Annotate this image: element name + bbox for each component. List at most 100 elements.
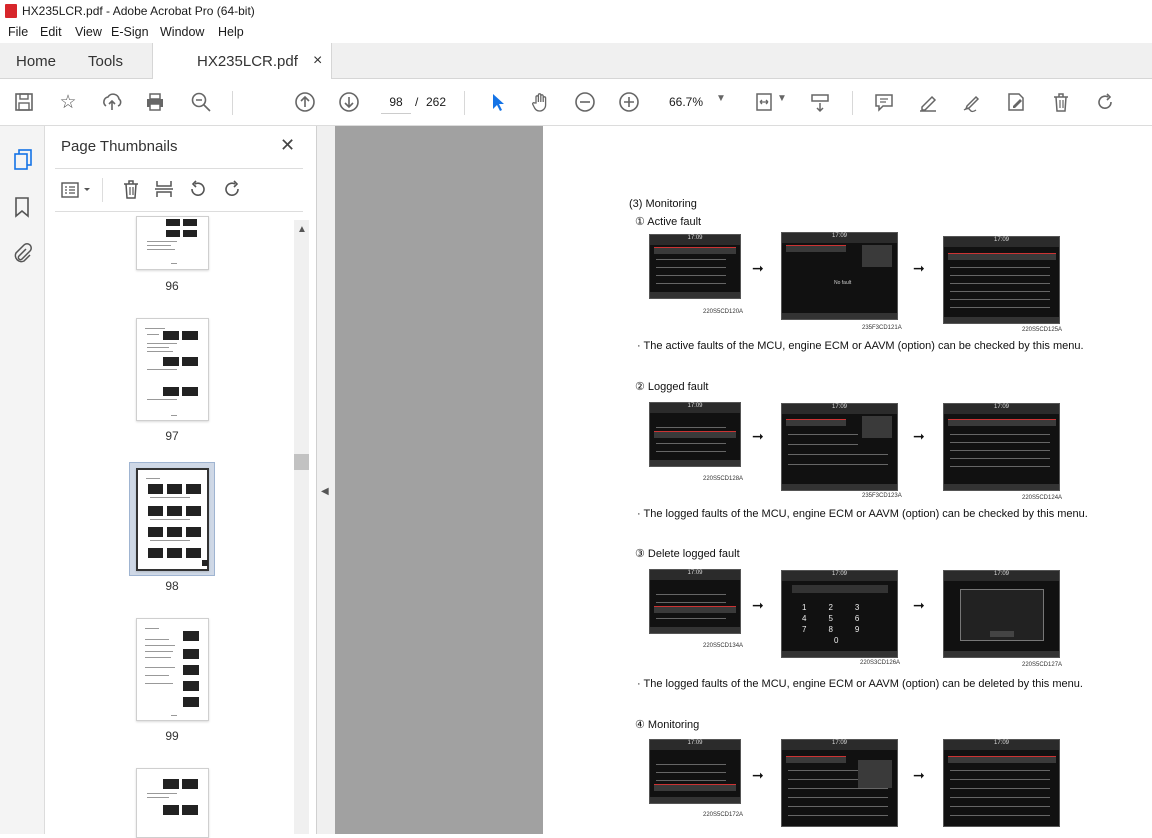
figure-caption: 220S5CD120A	[703, 309, 744, 315]
previous-page-icon[interactable]	[293, 91, 317, 115]
delete-icon[interactable]	[1049, 91, 1073, 115]
fit-dropdown-icon[interactable]: ▼	[777, 93, 787, 104]
screen-time: 17:09	[782, 571, 897, 581]
zoom-level[interactable]: 66.7%	[669, 95, 703, 109]
page-total: 262	[426, 95, 447, 109]
screen-monitoring-analog: 17:09	[781, 739, 898, 827]
screen-time: 17:09	[650, 740, 740, 750]
flow-arrow-icon: ➞	[752, 428, 764, 444]
screen-time: 17:09	[782, 404, 897, 414]
tab-close-icon[interactable]: ×	[313, 52, 322, 70]
window-title: HX235LCR.pdf - Adobe Acrobat Pro (64-bit…	[22, 4, 255, 18]
rotate-right-icon[interactable]	[221, 178, 243, 205]
hand-tool-icon[interactable]	[529, 91, 553, 115]
screen-logged-fault-list: 17:09	[943, 403, 1060, 491]
left-rail	[0, 126, 45, 834]
next-page-icon[interactable]	[337, 91, 361, 115]
fit-page-icon[interactable]	[752, 91, 776, 115]
screen-time: 17:09	[782, 740, 897, 750]
menu-help[interactable]: Help	[218, 25, 244, 39]
sign-icon[interactable]	[960, 91, 984, 115]
thumbnail-options-icon[interactable]	[60, 180, 94, 205]
select-cursor-icon[interactable]	[485, 91, 509, 115]
screen-service-password: 17:09 123 456 789 0	[781, 570, 898, 658]
pdf-icon	[5, 4, 17, 18]
zoom-search-icon[interactable]	[189, 91, 213, 115]
figure-caption: 220S5CD127A	[1022, 662, 1063, 668]
pdf-page: (3) Monitoring ① Active fault 17:09 220S…	[543, 126, 1152, 834]
figure-caption: 220S5CD124A	[1022, 495, 1063, 501]
scroll-mode-icon[interactable]	[808, 91, 832, 115]
menu-edit[interactable]: Edit	[40, 25, 62, 39]
zoom-out-icon[interactable]	[573, 91, 597, 115]
screen-time: 17:09	[944, 740, 1059, 750]
tab-tools[interactable]: Tools	[88, 53, 123, 70]
screen-monitoring-menu-2: 17:09	[649, 402, 741, 467]
menu-bar: File Edit View E-Sign Window Help	[0, 22, 1152, 42]
figure-caption: 220S5CD172A	[703, 812, 744, 818]
flow-arrow-icon: ➞	[752, 597, 764, 613]
thumbnail-label-96: 96	[165, 279, 179, 293]
thumbnail-page-99[interactable]	[136, 618, 209, 721]
zoom-dropdown-icon[interactable]: ▼	[716, 93, 726, 104]
share-upload-icon[interactable]	[100, 91, 124, 115]
thumb-insert-icon[interactable]	[153, 178, 175, 205]
tab-document[interactable]: HX235LCR.pdf ×	[152, 43, 332, 79]
thumbnail-page-96[interactable]	[136, 216, 209, 270]
comment-icon[interactable]	[872, 91, 896, 115]
rotate-left-icon[interactable]	[187, 178, 209, 205]
save-icon[interactable]	[12, 91, 36, 115]
screen-time: 17:09	[650, 235, 740, 245]
highlight-pen-icon[interactable]	[916, 91, 940, 115]
page-number-input[interactable]: 98	[381, 91, 411, 114]
zoom-in-icon[interactable]	[617, 91, 641, 115]
thumbnail-page-98[interactable]	[136, 468, 209, 571]
collapse-arrow-icon[interactable]: ◀	[321, 486, 329, 497]
section-title-logged-fault: ② Logged fault	[635, 381, 709, 393]
screen-monitoring-menu-1: 17:09	[649, 234, 741, 299]
attachments-icon[interactable]	[12, 242, 32, 269]
scroll-up-icon[interactable]: ▲	[297, 224, 307, 235]
scrollbar-thumb[interactable]	[294, 454, 309, 470]
screen-active-fault: 17:09 No fault	[781, 232, 898, 320]
menu-window[interactable]: Window	[160, 25, 204, 39]
screen-active-fault-list: 17:09	[943, 236, 1060, 324]
screen-time: 17:09	[650, 570, 740, 580]
thumbnail-scrollbar[interactable]: ▲	[294, 220, 309, 834]
section-desc-logged-fault: · The logged faults of the MCU, engine E…	[637, 508, 1088, 520]
edit-pdf-icon[interactable]	[1004, 91, 1028, 115]
flow-arrow-icon: ➞	[913, 428, 925, 444]
title-bar: HX235LCR.pdf - Adobe Acrobat Pro (64-bit…	[0, 0, 1152, 22]
collapse-panel-handle[interactable]: ◀	[317, 126, 335, 834]
screen-delete-logged-fault: 17:09	[943, 570, 1060, 658]
thumb-delete-icon[interactable]	[120, 178, 142, 205]
section-desc-active-fault: · The active faults of the MCU, engine E…	[637, 340, 1084, 352]
section-title-monitoring: ④ Monitoring	[635, 719, 700, 731]
document-canvas	[317, 126, 543, 834]
section-heading: (3) Monitoring	[629, 198, 697, 210]
menu-file[interactable]: File	[8, 25, 28, 39]
section-title-active-fault: ① Active fault	[635, 216, 702, 228]
thumbnail-page-100[interactable]	[136, 768, 209, 838]
screen-time: 17:09	[782, 233, 897, 243]
redo-rotate-icon[interactable]	[1093, 91, 1117, 115]
bookmark-star-icon[interactable]: ☆	[56, 91, 80, 115]
figure-caption: 220S5CD134A	[703, 643, 744, 649]
screen-time: 17:09	[650, 403, 740, 413]
thumbnail-label-99: 99	[165, 729, 179, 743]
panel-close-icon[interactable]: ✕	[280, 135, 295, 156]
screen-monitoring-digital: 17:09	[943, 739, 1060, 827]
thumbnail-page-97[interactable]	[136, 318, 209, 421]
menu-esign[interactable]: E-Sign	[111, 25, 149, 39]
screen-logged-fault: 17:09	[781, 403, 898, 491]
figure-caption: 220S3CD126A	[860, 660, 901, 666]
menu-view[interactable]: View	[75, 25, 102, 39]
thumbnail-label-98: 98	[165, 579, 179, 593]
tab-home[interactable]: Home	[16, 53, 56, 70]
flow-arrow-icon: ➞	[913, 767, 925, 783]
screen-time: 17:09	[944, 571, 1059, 581]
print-icon[interactable]	[143, 91, 167, 115]
tab-bar: Home Tools HX235LCR.pdf ×	[0, 43, 1152, 79]
bookmarks-icon[interactable]	[13, 196, 31, 223]
page-thumbnails-icon[interactable]	[12, 148, 34, 177]
